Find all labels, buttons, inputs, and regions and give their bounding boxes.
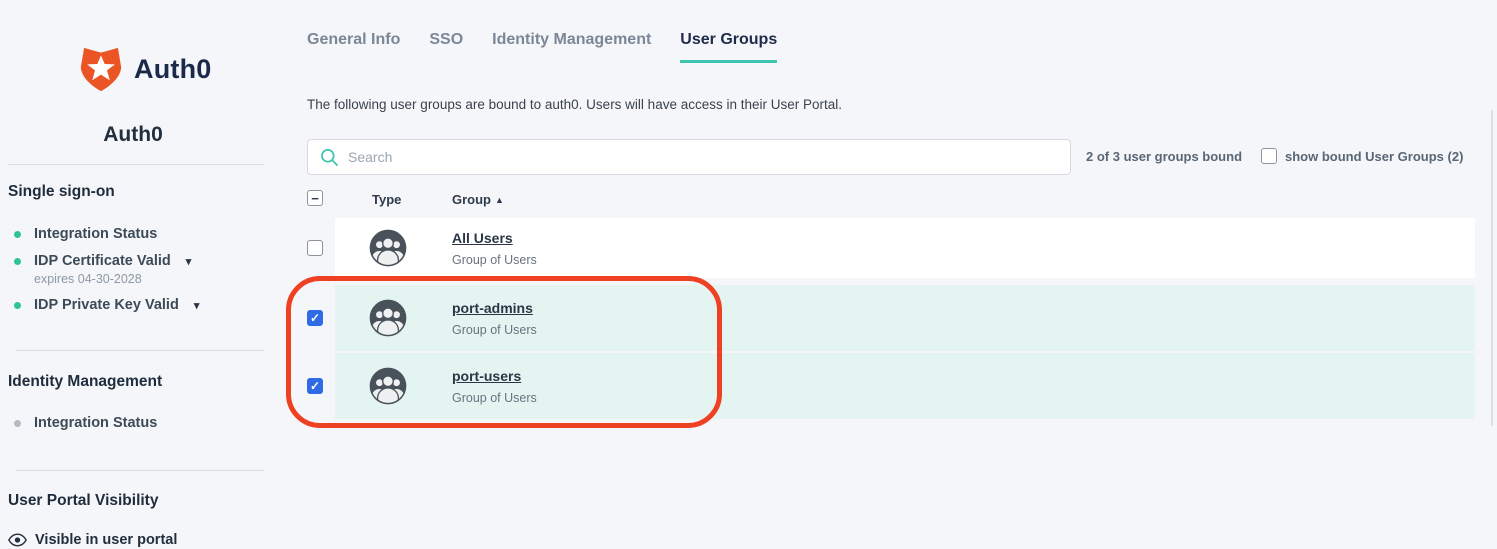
group-link-port-admins[interactable]: port-admins (452, 300, 533, 316)
sidebar-item-label: IDP Private Key Valid (34, 297, 179, 313)
scrollbar-track[interactable] (1491, 110, 1493, 426)
row-card-all-users[interactable]: All Users Group of Users (335, 218, 1475, 278)
group-link-all-users[interactable]: All Users (452, 230, 513, 246)
sidebar-item-im-integration-status: Integration Status (14, 415, 266, 431)
sidebar: Auth0 Auth0 Single sign-on Integration S… (0, 0, 266, 549)
group-type-label: Group of Users (452, 323, 537, 337)
tab-general-info[interactable]: General Info (307, 31, 400, 63)
row-text: All Users Group of Users (452, 230, 537, 267)
section-identity-management: Identity Management Integration Status (8, 373, 266, 471)
section-title-user-portal-visibility: User Portal Visibility (8, 492, 266, 510)
certificate-expiry-text: expires 04-30-2028 (34, 272, 266, 286)
group-type-label: Group of Users (452, 253, 537, 267)
chevron-down-icon[interactable]: ▾ (194, 299, 200, 312)
sidebar-divider (16, 350, 264, 351)
group-link-port-users[interactable]: port-users (452, 368, 521, 384)
sidebar-divider (16, 470, 264, 471)
status-dot-gray-icon (14, 420, 21, 427)
table-row: ✓ port-admins Group of Users (307, 285, 1475, 351)
summary-bar: 2 of 3 user groups bound show bound User… (1086, 148, 1463, 164)
check-icon: ✓ (310, 312, 320, 324)
tab-identity-management[interactable]: Identity Management (492, 31, 651, 63)
search-box[interactable] (307, 139, 1071, 175)
sidebar-divider (8, 164, 264, 165)
row-checkbox-port-admins[interactable]: ✓ (307, 310, 323, 326)
show-bound-filter[interactable]: show bound User Groups (2) (1261, 148, 1463, 164)
column-header-group-label: Group (452, 192, 491, 207)
section-title-identity-management: Identity Management (8, 373, 266, 391)
row-checkbox-all-users[interactable] (307, 240, 323, 256)
table-row: ✓ port-users Group of Users (307, 353, 1475, 419)
row-text: port-users Group of Users (452, 368, 537, 405)
sidebar-item-idp-private-key[interactable]: IDP Private Key Valid ▾ (14, 297, 266, 313)
sidebar-item-idp-certificate[interactable]: IDP Certificate Valid ▾ (14, 253, 266, 269)
section-user-portal-visibility: User Portal Visibility Visible in user p… (8, 492, 266, 548)
search-icon (320, 148, 339, 167)
status-dot-green-icon (14, 231, 21, 238)
page-description: The following user groups are bound to a… (307, 97, 842, 112)
sidebar-item-label: Visible in user portal (35, 532, 177, 548)
search-input[interactable] (348, 149, 1058, 165)
tab-bar: General Info SSO Identity Management Use… (307, 31, 777, 63)
sidebar-item-sso-integration-status: Integration Status (14, 226, 266, 242)
section-single-sign-on: Single sign-on Integration Status IDP Ce… (8, 183, 266, 351)
check-icon: ✓ (310, 380, 320, 392)
group-type-label: Group of Users (452, 391, 537, 405)
sidebar-item-label: Integration Status (34, 415, 157, 431)
group-of-users-icon (369, 367, 407, 405)
sidebar-item-visible-in-user-portal: Visible in user portal (8, 532, 266, 548)
select-all-checkbox[interactable]: − (307, 190, 323, 206)
indeterminate-icon: − (311, 192, 319, 205)
sort-ascending-icon: ▲ (495, 195, 504, 205)
row-text: port-admins Group of Users (452, 300, 537, 337)
sidebar-item-label: IDP Certificate Valid (34, 253, 171, 269)
status-dot-green-icon (14, 302, 21, 309)
row-checkbox-port-users[interactable]: ✓ (307, 378, 323, 394)
row-card-port-users[interactable]: port-users Group of Users (335, 353, 1475, 419)
table-row: All Users Group of Users (307, 218, 1475, 278)
show-bound-checkbox[interactable] (1261, 148, 1277, 164)
sidebar-item-label: Integration Status (34, 226, 157, 242)
eye-icon (8, 533, 27, 547)
row-card-port-admins[interactable]: port-admins Group of Users (335, 285, 1475, 351)
app-logo: Auth0 (78, 46, 266, 93)
logo-wordmark: Auth0 (134, 54, 212, 85)
tab-sso[interactable]: SSO (429, 31, 463, 63)
chevron-down-icon[interactable]: ▾ (186, 255, 192, 268)
app-title: Auth0 (0, 123, 266, 147)
bound-count-text: 2 of 3 user groups bound (1086, 149, 1242, 164)
section-title-sso: Single sign-on (8, 183, 266, 201)
auth0-shield-icon (78, 46, 124, 93)
show-bound-label: show bound User Groups (2) (1285, 149, 1463, 164)
group-of-users-icon (369, 299, 407, 337)
column-header-group[interactable]: Group ▲ (452, 192, 504, 207)
tab-user-groups[interactable]: User Groups (680, 31, 777, 63)
group-of-users-icon (369, 229, 407, 267)
column-header-type[interactable]: Type (372, 192, 401, 207)
status-dot-green-icon (14, 258, 21, 265)
